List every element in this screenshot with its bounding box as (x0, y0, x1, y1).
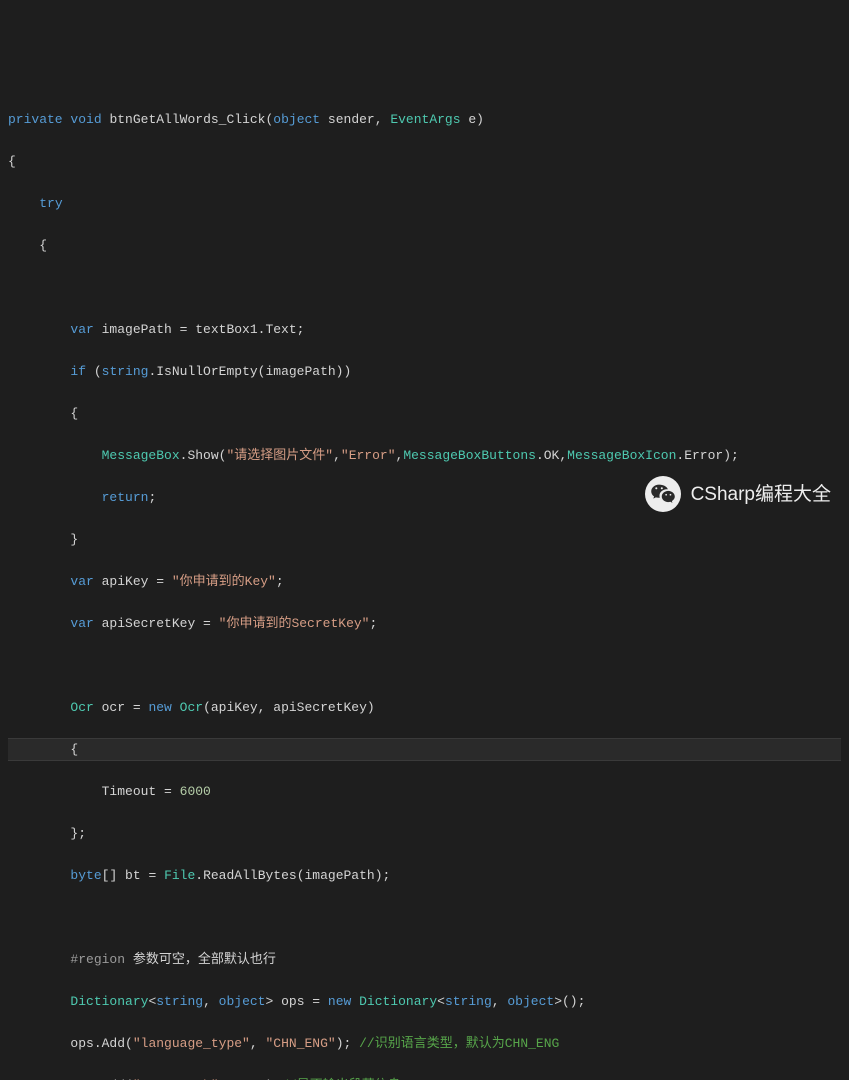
watermark: CSharp编程大全 (645, 476, 831, 512)
code-line: Timeout = 6000 (8, 781, 841, 802)
code-line (8, 655, 841, 676)
code-line: #region 参数可空，全部默认也行 (8, 949, 841, 970)
code-line: { (8, 235, 841, 256)
code-line: private void btnGetAllWords_Click(object… (8, 109, 841, 130)
code-line: Dictionary<string, object> ops = new Dic… (8, 991, 841, 1012)
code-line: try (8, 193, 841, 214)
wechat-icon (645, 476, 681, 512)
watermark-text: CSharp编程大全 (691, 484, 831, 505)
code-line (8, 907, 841, 928)
code-line: if (string.IsNullOrEmpty(imagePath)) (8, 361, 841, 382)
code-line: var imagePath = textBox1.Text; (8, 319, 841, 340)
code-line: byte[] bt = File.ReadAllBytes(imagePath)… (8, 865, 841, 886)
code-editor[interactable]: private void btnGetAllWords_Click(object… (0, 84, 849, 1080)
code-line: ops.Add("language_type", "CHN_ENG"); //识… (8, 1033, 841, 1054)
code-line: var apiSecretKey = "你申请到的SecretKey"; (8, 613, 841, 634)
code-line: Ocr ocr = new Ocr(apiKey, apiSecretKey) (8, 697, 841, 718)
code-line: { (8, 151, 841, 172)
code-line: ops.Add("paragraph", true);//是否输出段落信息 (8, 1075, 841, 1080)
code-line: }; (8, 823, 841, 844)
code-line: var apiKey = "你申请到的Key"; (8, 571, 841, 592)
code-line (8, 277, 841, 298)
code-line: MessageBox.Show("请选择图片文件","Error",Messag… (8, 445, 841, 466)
code-line: { (8, 403, 841, 424)
code-line-highlighted: { (8, 739, 841, 760)
